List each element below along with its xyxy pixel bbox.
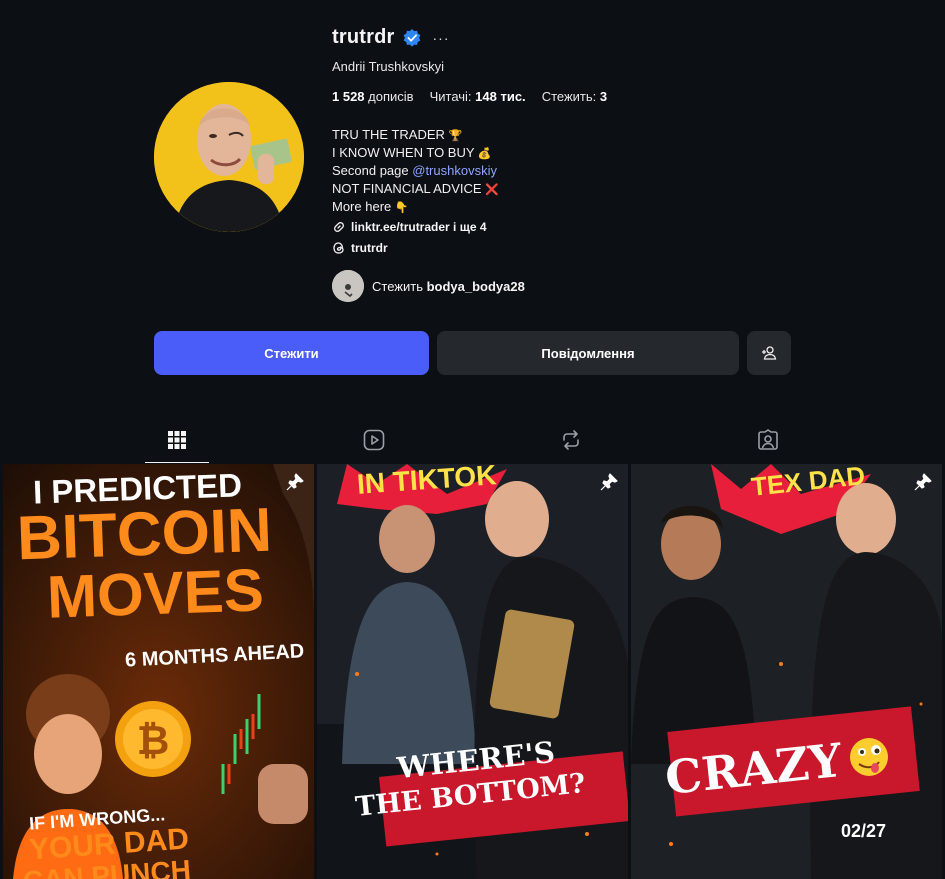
- tagged-icon: [758, 429, 778, 450]
- post-thumbnail-2[interactable]: IN TIKTOK WHERE'S THE BOTTOM?: [317, 464, 628, 879]
- profile-tabs: [0, 420, 945, 463]
- bio-line-4: NOT FINANCIAL ADVICE ❌: [332, 180, 499, 198]
- posts-grid: ₿ I PREDICTED BITCOIN MOVES 6 MONTHS AHE…: [3, 464, 942, 879]
- message-button[interactable]: Повідомлення: [437, 331, 739, 375]
- username-row: trutrdr ···: [332, 26, 450, 49]
- bio-line-3: Second page @trushkovskiy: [332, 162, 499, 180]
- suggested-users-button[interactable]: [747, 331, 791, 375]
- svg-text:₿: ₿: [137, 719, 170, 763]
- followers-stat[interactable]: Читачі: 148 тис.: [430, 89, 526, 104]
- following-count: 3: [599, 89, 608, 104]
- bio-line-3-text: Second page: [332, 163, 409, 178]
- bio-line-1-text: TRU THE TRADER: [332, 127, 445, 142]
- username: trutrdr: [332, 26, 395, 48]
- pinned-icon: [600, 473, 618, 491]
- following-stat[interactable]: Стежить: 3: [542, 89, 607, 104]
- followers-count: 148 тис.: [475, 89, 526, 104]
- bio-line-2-text: I KNOW WHEN TO BUY: [332, 145, 475, 160]
- bio-line-4-text: NOT FINANCIAL ADVICE: [332, 181, 482, 196]
- money-bag-emoji: 💰: [477, 147, 492, 160]
- post-thumbnail-1[interactable]: ₿ I PREDICTED BITCOIN MOVES 6 MONTHS AHE…: [3, 464, 314, 879]
- add-person-icon: [762, 346, 777, 360]
- pinned-icon: [914, 473, 932, 491]
- pointing-down-emoji: 👇: [394, 201, 409, 214]
- followers-label: Читачі:: [429, 89, 472, 104]
- external-link-text[interactable]: linktr.ee/trutrader і ще 4: [351, 220, 487, 234]
- tab-posts[interactable]: [145, 420, 209, 463]
- bio-line-5: More here 👇: [332, 198, 499, 216]
- verified-badge-icon: [403, 28, 420, 47]
- profile-avatar[interactable]: [154, 82, 304, 232]
- threads-handle[interactable]: trutrdr: [351, 241, 388, 255]
- link-icon: [334, 222, 344, 232]
- posts-stat: 1 528 дописів: [332, 89, 414, 104]
- post-3-image: [631, 464, 942, 879]
- tab-reposts[interactable]: [539, 420, 603, 460]
- bio: TRU THE TRADER 🏆 I KNOW WHEN TO BUY 💰 Se…: [332, 126, 499, 216]
- cross-mark-emoji: ❌: [485, 183, 499, 196]
- followed-by-prefix: Стежить: [372, 278, 423, 294]
- post-1-headline-3: MOVES: [45, 556, 265, 631]
- followed-by-text: Стежить bodya_bodya28: [372, 279, 525, 294]
- post-3-episode-label: 02/27: [841, 821, 887, 841]
- post-thumbnail-3[interactable]: TEX DAD CRAZY 02/27: [631, 464, 942, 879]
- threads-link[interactable]: trutrdr: [332, 241, 388, 255]
- posts-label: дописів: [368, 89, 414, 104]
- posts-count: 1 528: [332, 89, 365, 104]
- repost-icon: [563, 430, 579, 450]
- followed-by-user[interactable]: bodya_bodya28: [427, 279, 525, 294]
- bio-line-5-text: More here: [332, 199, 392, 214]
- followed-by[interactable]: Стежить bodya_bodya28: [332, 270, 525, 302]
- mention-link[interactable]: @trushkovskiy: [412, 163, 497, 178]
- trophy-emoji: 🏆: [448, 129, 463, 142]
- follower-avatar[interactable]: [332, 270, 364, 302]
- pinned-icon: [286, 473, 304, 491]
- reels-icon: [363, 429, 385, 451]
- following-label: Стежить:: [541, 89, 597, 104]
- bio-line-1: TRU THE TRADER 🏆: [332, 126, 499, 144]
- threads-icon: [333, 242, 344, 254]
- external-link[interactable]: linktr.ee/trutrader і ще 4: [332, 220, 487, 234]
- more-options-button[interactable]: ···: [433, 30, 450, 46]
- full-name: Andrii Trushkovskyi: [332, 59, 444, 74]
- profile-stats: 1 528 дописів Читачі: 148 тис. Стежить: …: [332, 89, 607, 104]
- bio-line-2: I KNOW WHEN TO BUY 💰: [332, 144, 499, 162]
- grid-icon: [168, 431, 186, 449]
- tab-reels[interactable]: [342, 420, 406, 460]
- follow-button[interactable]: Стежити: [154, 331, 429, 375]
- tab-tagged[interactable]: [736, 420, 800, 460]
